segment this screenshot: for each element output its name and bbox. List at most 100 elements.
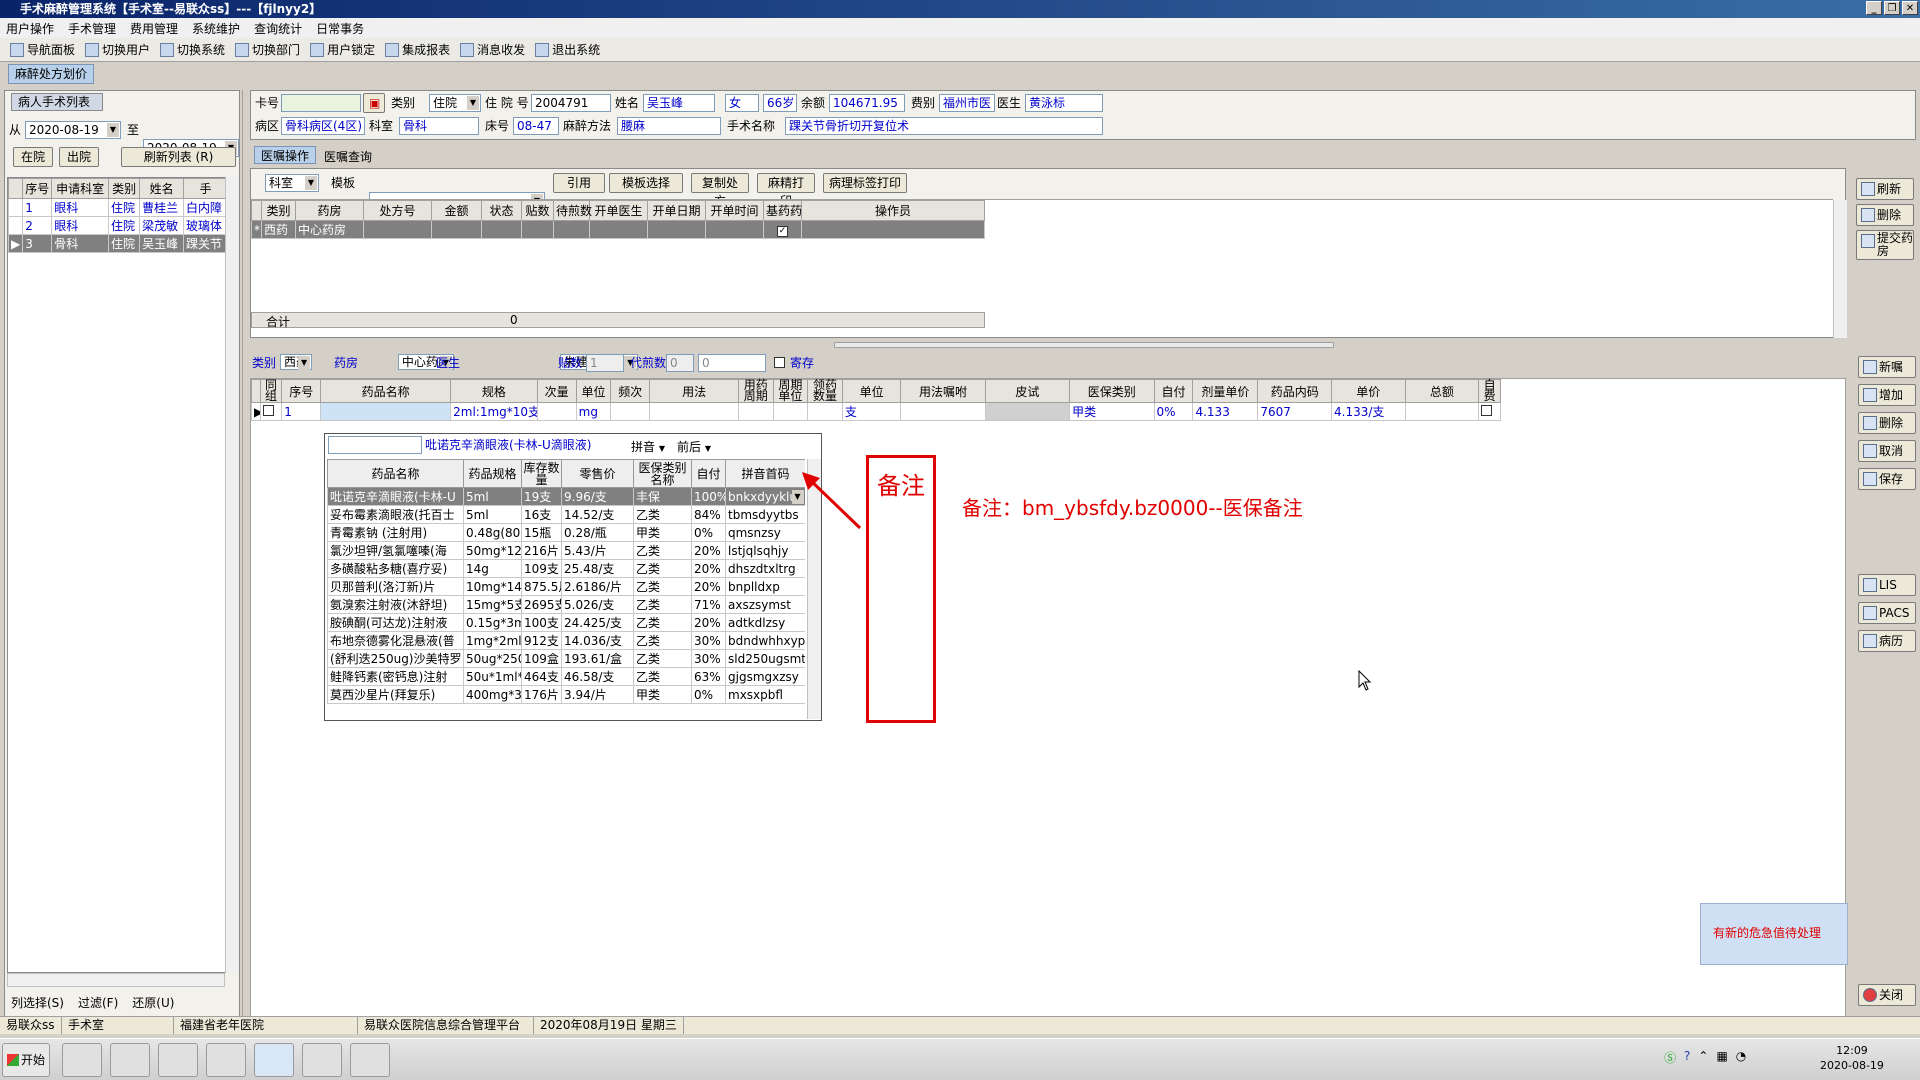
inpatient-button[interactable]: 在院 [13, 147, 53, 167]
tab-order-query[interactable]: 医嘱查询 [318, 146, 378, 167]
splitter[interactable] [242, 90, 250, 1030]
close-window-button[interactable]: ✕ [1902, 1, 1918, 15]
drug-list-row[interactable]: 布地奈德雾化混悬液(普 1mg*2ml* 912支 14.036/支 乙类 30% bdnd… [327, 631, 805, 650]
critical-value-notification[interactable]: 有新的危急值待处理 [1700, 903, 1848, 965]
from-date-picker[interactable]: 2020-08-19 [25, 121, 121, 139]
table-row[interactable]: * 西药 中心药房 ✓ [251, 220, 985, 239]
deposit-checkbox[interactable] [774, 357, 785, 368]
cancel-button[interactable]: 取消 [1858, 440, 1916, 462]
submit-pharmacy-button[interactable]: 提交药房 [1856, 230, 1914, 260]
taskbar-sogou-icon[interactable] [254, 1043, 294, 1077]
cite-button[interactable]: 引用 [553, 173, 605, 193]
switch-user-button[interactable]: 切换用户 [85, 41, 150, 58]
doctor-input[interactable]: 黄泳标 [1025, 94, 1103, 112]
save-button[interactable]: 保存 [1858, 468, 1916, 490]
drug-list-row[interactable]: 青霉素钠 (注射用) 0.48g(80 15瓶 0.28/瓶 甲类 0% qmsnzsy [327, 523, 805, 542]
detail-decoct-input[interactable]: 0 [666, 354, 694, 372]
tray-input-icon[interactable]: Ⓢ [1664, 1049, 1676, 1066]
message-button[interactable]: 消息收发 [460, 41, 525, 58]
taskbar-app-icon[interactable] [158, 1043, 198, 1077]
menu-fee[interactable]: 费用管理 [130, 20, 178, 37]
tray-clock[interactable]: 12:09 2020-08-19 [1820, 1043, 1884, 1073]
detail-decoct-input-2[interactable]: 0 [698, 354, 766, 372]
drug-search-input[interactable] [328, 436, 422, 454]
type-select[interactable]: 住院 [429, 94, 481, 112]
drug-list-row[interactable]: (舒利迭250ug)沙美特罗 50ug*250 109盒 193.61/盒 乙类 30% s… [327, 649, 805, 668]
lis-button[interactable]: LIS [1858, 574, 1916, 596]
table-row[interactable]: ▶ 1 2ml:1mg*10支 mg 支 甲类 0% 4.133 7607 4.… [251, 402, 1501, 421]
taskbar-pen-icon[interactable] [206, 1043, 246, 1077]
pathology-label-print-button[interactable]: 病理标签打印 [823, 173, 907, 193]
dept-input[interactable]: 骨科 [399, 117, 479, 135]
pinyin-mode-select[interactable]: 拼音 ▼ [631, 438, 665, 458]
drug-list-row[interactable]: 吡诺克辛滴眼液(卡林-U 5ml 19支 9.96/支 丰保 100% bnkxdyyklu… [327, 487, 805, 506]
switch-system-button[interactable]: 切换系统 [160, 41, 225, 58]
table-row-selected[interactable]: ▶ 3 骨科 住院 吴玉峰 踝关节 [8, 234, 228, 253]
detail-dose-input[interactable]: 1 [586, 354, 624, 372]
add-button[interactable]: 增加 [1858, 384, 1916, 406]
admission-input[interactable]: 2004791 [531, 94, 611, 112]
delete-order-button[interactable]: 删除 [1856, 204, 1914, 226]
patient-list-vscroll[interactable] [225, 177, 239, 973]
exit-button[interactable]: 退出系统 [535, 41, 600, 58]
detail-type-select[interactable]: 西药 [280, 354, 313, 370]
self-fee-checkbox[interactable] [1481, 404, 1493, 416]
menu-user[interactable]: 用户操作 [6, 20, 54, 37]
sex-input[interactable]: 女 [725, 94, 759, 112]
tray-help-icon[interactable]: ? [1684, 1049, 1690, 1066]
anesthesia-input[interactable]: 腰麻 [617, 117, 721, 135]
drug-name-cell[interactable] [320, 402, 452, 421]
report-button[interactable]: 集成报表 [385, 41, 450, 58]
medical-record-button[interactable]: 病历 [1858, 630, 1916, 652]
menu-system[interactable]: 系统维护 [192, 20, 240, 37]
narcotic-print-button[interactable]: 麻精打印 [757, 173, 815, 208]
restore-button[interactable]: 还原(U) [132, 994, 174, 1011]
match-mode-select[interactable]: 前后 ▼ [677, 438, 711, 458]
base-drug-checkbox[interactable]: ✓ [777, 226, 788, 237]
patient-list-hscroll[interactable] [7, 973, 225, 987]
taskbar-monitor-icon[interactable] [110, 1043, 150, 1077]
drug-list-row[interactable]: 莫西沙星片(拜复乐)400mg*3s176片3.94/片甲类0%mxsxpbfl [327, 685, 805, 704]
column-select-button[interactable]: 列选择(S) [11, 994, 64, 1011]
close-button[interactable]: 关闭 [1858, 984, 1916, 1006]
start-button[interactable]: 开始 [2, 1043, 50, 1077]
pacs-button[interactable]: PACS [1858, 602, 1916, 624]
horizontal-splitter[interactable] [834, 342, 1334, 348]
card-input[interactable] [281, 94, 361, 112]
drug-list-row[interactable]: 多磺酸粘多糖(喜疗妥) 14g 109支 25.48/支 乙类 20% dhszdtxltr… [327, 559, 805, 578]
tab-anesthesia-pricing[interactable]: 麻醉处方划价 [8, 64, 95, 84]
template-select-button[interactable]: 模板选择 [609, 173, 683, 193]
refresh-button[interactable]: 刷新 [1856, 178, 1914, 200]
tray-network-icon[interactable]: ▦ [1716, 1049, 1727, 1066]
card-reader-button[interactable]: ▣ [363, 93, 385, 113]
restore-button[interactable]: ❐ [1884, 1, 1900, 15]
tab-order-operation[interactable]: 医嘱操作 [254, 146, 317, 164]
tray-volume-icon[interactable]: ◔ [1736, 1049, 1746, 1066]
dept-filter-select[interactable]: 科室 [265, 174, 319, 192]
taskbar-gear-icon[interactable] [302, 1043, 342, 1077]
tray-expand-icon[interactable]: ⌃ [1698, 1049, 1708, 1066]
order-table-vscroll[interactable] [1833, 200, 1847, 338]
refresh-list-button[interactable]: 刷新列表 (R) [121, 147, 236, 167]
bed-input[interactable]: 08-47 [513, 117, 559, 135]
taskbar-folder-icon[interactable] [62, 1043, 102, 1077]
balance-input[interactable]: 104671.95 [829, 94, 905, 112]
switch-dept-button[interactable]: 切换部门 [235, 41, 300, 58]
name-input[interactable]: 吴玉峰 [643, 94, 715, 112]
group-checkbox[interactable] [262, 404, 274, 416]
drug-list-row[interactable]: 氨溴索注射液(沐舒坦)15mg*5支2695支5.026/支乙类71%axszs… [327, 595, 805, 614]
copy-prescription-button[interactable]: 复制处方 [691, 173, 749, 208]
drug-list-row[interactable]: 妥布霉素滴眼液(托百士 5ml 16支 14.52/支 乙类 84% tbmsdyytbs [327, 505, 805, 524]
drug-list-row[interactable]: 鲑降钙素(密钙息)注射 50u*1ml* 464支 46.58/支 乙类 63% gjgsm… [327, 667, 805, 686]
taskbar-doctor-icon[interactable] [350, 1043, 390, 1077]
menu-query[interactable]: 查询统计 [254, 20, 302, 37]
table-row[interactable]: 2 眼科 住院 梁茂敏 玻璃体 [8, 216, 228, 235]
table-row[interactable]: 1 眼科 住院 曹桂兰 白内障 [8, 198, 228, 217]
drug-list-row[interactable]: 贝那普利(洛汀新)片10mg*14s875.5片2.6186/片乙类20%bnp… [327, 577, 805, 596]
delete-row-button[interactable]: 删除 [1858, 412, 1916, 434]
nav-panel-button[interactable]: 导航面板 [10, 41, 75, 58]
drug-list-row[interactable]: 胺碘酮(可达龙)注射液 0.15g*3m 100支 24.425/支 乙类 20% adtk… [327, 613, 805, 632]
new-order-button[interactable]: 新嘱 [1858, 356, 1916, 378]
menu-surgery[interactable]: 手术管理 [68, 20, 116, 37]
discharged-button[interactable]: 出院 [59, 147, 99, 167]
